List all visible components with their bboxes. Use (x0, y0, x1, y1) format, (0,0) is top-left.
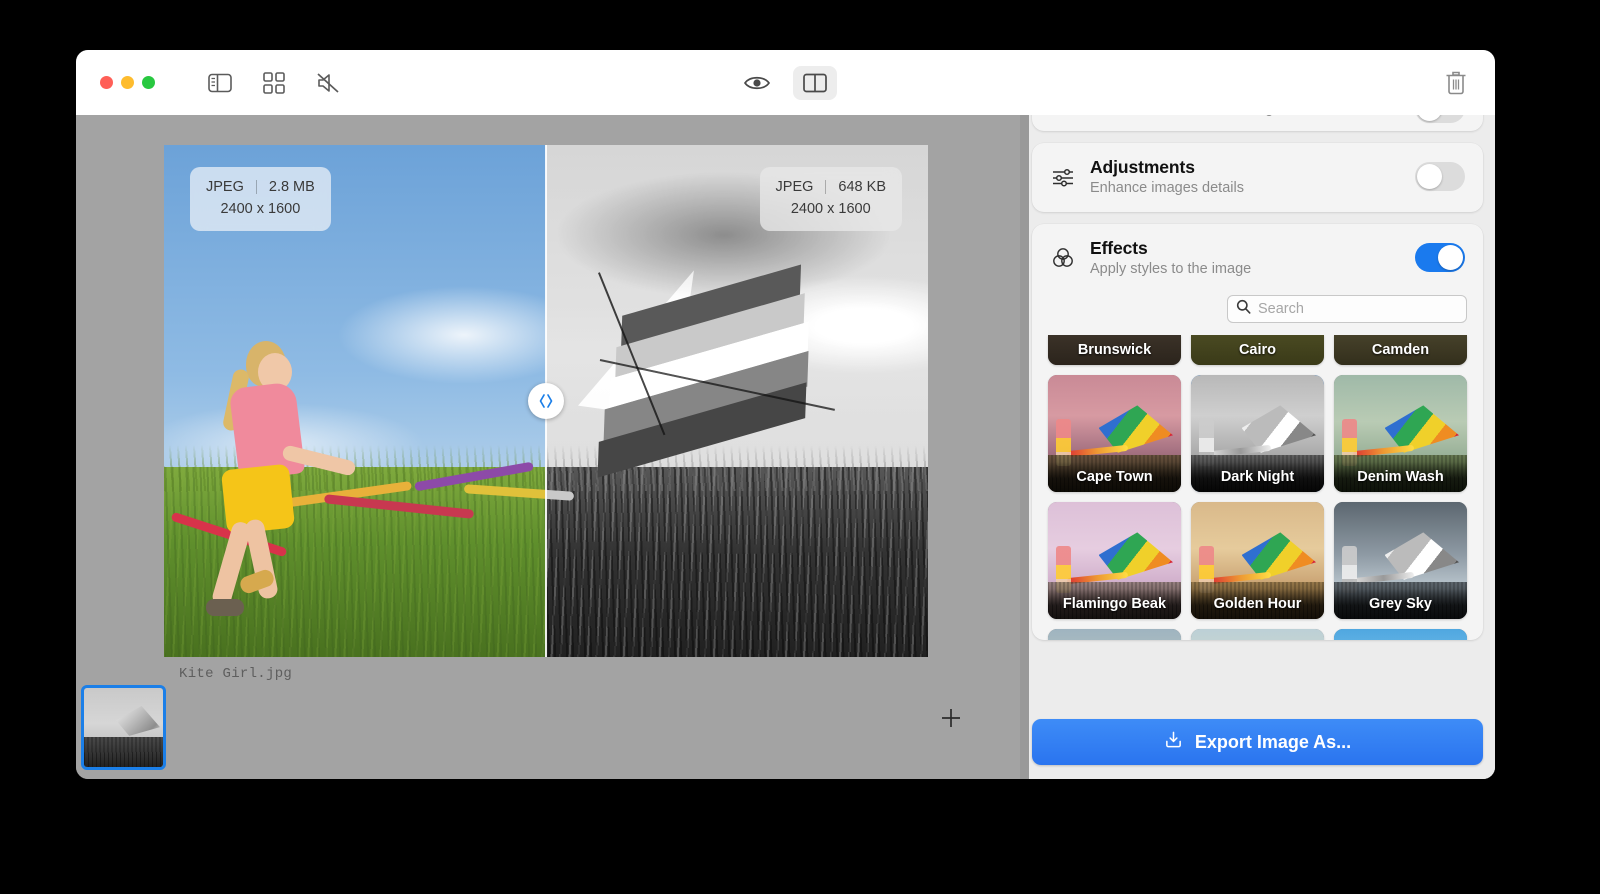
effects-card: Effects Apply styles to the image Search… (1032, 224, 1483, 640)
girl-figure (194, 333, 357, 633)
settings-sidebar: Reduce the dimensions of an image (1020, 115, 1495, 779)
image-canvas: JPEG 2.8 MB 2400 x 1600 JPEG 648 KB 2400… (76, 115, 1020, 779)
thumbnail-item[interactable] (81, 685, 166, 770)
effects-title: Effects (1090, 238, 1148, 258)
grid-icon[interactable] (261, 70, 287, 96)
export-icon (1164, 730, 1183, 754)
processed-size: 648 KB (838, 179, 886, 195)
processed-info-badge: JPEG 648 KB 2400 x 1600 (759, 167, 902, 231)
preset-label: Golden Hour (1191, 589, 1324, 619)
original-format: JPEG (206, 179, 244, 195)
kite-gray (578, 257, 868, 478)
export-image-button[interactable]: Export Image As... (1032, 719, 1483, 765)
preset-label: Grey Sky (1334, 589, 1467, 619)
preset-label: Denim Wash (1334, 462, 1467, 492)
preset-label: Brunswick (1077, 342, 1152, 358)
preset-item-11[interactable] (1334, 629, 1467, 640)
photo-comparison: JPEG 2.8 MB 2400 x 1600 JPEG 648 KB 2400… (164, 145, 928, 657)
sidebar-icon[interactable] (207, 70, 233, 96)
preset-cairo[interactable]: Cairo (1191, 335, 1324, 365)
preset-label: Cairo (1238, 342, 1277, 358)
badge-separator (825, 180, 827, 195)
photo: JPEG 2.8 MB 2400 x 1600 JPEG 648 KB 2400… (164, 145, 928, 657)
processed-format: JPEG (775, 179, 814, 195)
preset-flamingo-beak[interactable]: Flamingo Beak (1048, 502, 1181, 619)
search-icon (1236, 299, 1251, 319)
search-box[interactable] (1227, 295, 1467, 323)
preset-item-10[interactable] (1191, 629, 1324, 640)
toolbar-left-group (207, 70, 341, 96)
thumbnail-strip (76, 655, 1020, 779)
effects-toggle[interactable] (1415, 243, 1465, 272)
venn-circles-icon (1050, 245, 1076, 271)
split-view-icon[interactable] (792, 65, 837, 100)
resize-toggle[interactable] (1415, 115, 1465, 123)
preset-dark-night[interactable]: Dark Night (1191, 375, 1324, 492)
preset-preview (1334, 629, 1467, 640)
close-button[interactable] (100, 76, 113, 89)
trash-icon[interactable] (1443, 70, 1469, 96)
preset-item-9[interactable] (1048, 629, 1181, 640)
toolbar-center-group (735, 65, 837, 100)
app-window: JPEG 2.8 MB 2400 x 1600 JPEG 648 KB 2400… (76, 50, 1495, 779)
preset-label: Flamingo Beak (1048, 589, 1181, 619)
adjustments-title: Adjustments (1090, 157, 1195, 177)
window-body: JPEG 2.8 MB 2400 x 1600 JPEG 648 KB 2400… (76, 115, 1495, 779)
sliders-icon (1050, 164, 1076, 190)
preset-sky (1334, 629, 1467, 640)
original-size: 2.8 MB (268, 179, 315, 195)
adjustments-toggle[interactable] (1415, 162, 1465, 191)
preset-grid-clip: Brunswick Cairo Camden Cape Town Dark Night D… (1032, 335, 1483, 640)
preset-grey-sky[interactable]: Grey Sky (1334, 502, 1467, 619)
preset-cape-town[interactable]: Cape Town (1048, 375, 1181, 492)
badge-separator (255, 180, 257, 195)
maximize-button[interactable] (142, 76, 155, 89)
preset-grid: Brunswick Cairo Camden Cape Town Dark Night D… (1032, 335, 1483, 640)
search-input[interactable] (1258, 301, 1458, 317)
original-dimensions: 2400 x 1600 (220, 201, 301, 218)
preset-camden[interactable]: Camden (1334, 335, 1467, 365)
preset-label: Dark Night (1191, 462, 1324, 492)
effects-subtitle: Apply styles to the image (1090, 261, 1252, 277)
resize-card-subtitle: Reduce the dimensions of an image (1050, 115, 1281, 117)
preset-preview (1048, 629, 1181, 640)
sidebar-footer: Export Image As... (1020, 709, 1495, 779)
sidebar-scroll-area: Reduce the dimensions of an image (1020, 115, 1495, 709)
processed-dimensions: 2400 x 1600 (790, 201, 871, 218)
preset-label: Cape Town (1048, 462, 1181, 492)
preset-sky (1048, 629, 1181, 640)
preset-label: Camden (1371, 342, 1430, 358)
preset-denim-wash[interactable]: Denim Wash (1334, 375, 1467, 492)
titlebar (76, 50, 1495, 115)
resize-card-clipped[interactable]: Reduce the dimensions of an image (1032, 115, 1483, 131)
add-image-button[interactable] (940, 707, 962, 729)
mute-icon[interactable] (315, 70, 341, 96)
grass-gray (546, 467, 928, 657)
preset-sky (1191, 629, 1324, 640)
adjustments-card[interactable]: Adjustments Enhance images details (1032, 143, 1483, 212)
compare-handle-icon[interactable] (528, 383, 564, 419)
export-button-label: Export Image As... (1194, 731, 1352, 752)
preset-golden-hour[interactable]: Golden Hour (1191, 502, 1324, 619)
preset-preview (1191, 629, 1324, 640)
screen: JPEG 2.8 MB 2400 x 1600 JPEG 648 KB 2400… (0, 0, 1600, 894)
preset-search-row (1032, 293, 1483, 335)
traffic-lights (100, 76, 155, 89)
adjustments-subtitle: Enhance images details (1090, 180, 1244, 196)
eye-icon[interactable] (735, 66, 779, 100)
original-info-badge: JPEG 2.8 MB 2400 x 1600 (190, 167, 331, 231)
preset-brunswick[interactable]: Brunswick (1048, 335, 1181, 365)
minimize-button[interactable] (121, 76, 134, 89)
toolbar-right-group (1443, 70, 1469, 96)
